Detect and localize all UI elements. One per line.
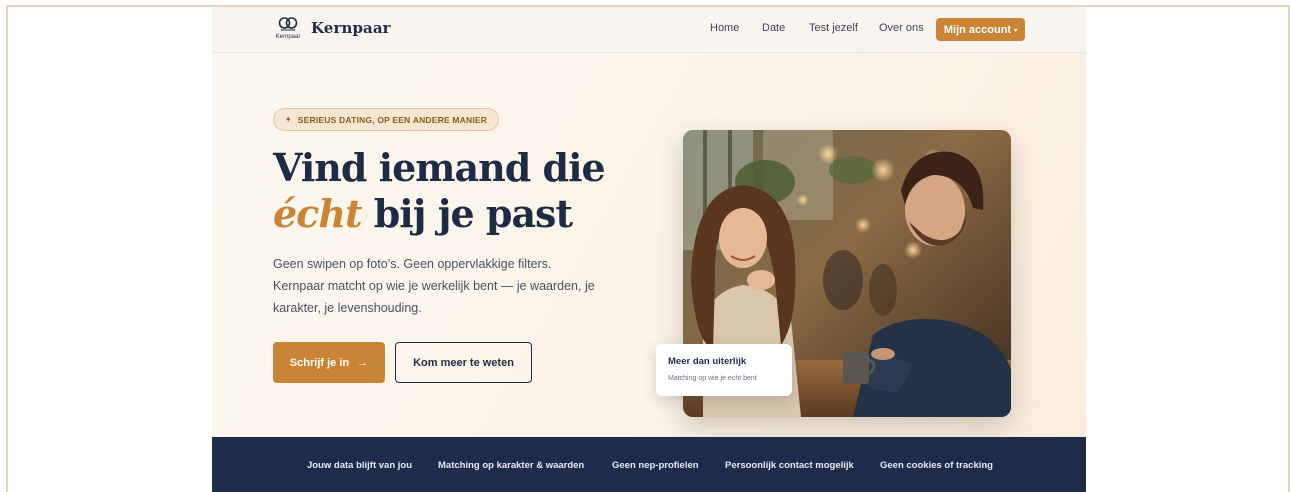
- landing-page: Kernpaar Kernpaar Home Date Test jezelf …: [212, 7, 1086, 492]
- trust-item: Jouw data blijft van jou: [307, 460, 413, 471]
- caret-down-icon: ▾: [1014, 27, 1018, 34]
- trust-item: Geen nep-profielen: [612, 460, 699, 471]
- top-navigation: Kernpaar Kernpaar Home Date Test jezelf …: [212, 7, 1086, 53]
- nav-link-over-ons[interactable]: Over ons: [879, 22, 924, 34]
- nav-link-test-jezelf[interactable]: Test jezelf: [809, 22, 858, 34]
- learn-more-button[interactable]: Kom meer te weten: [395, 342, 532, 383]
- hero-title-accent: écht: [273, 191, 362, 236]
- arrow-right-icon: →: [357, 356, 369, 369]
- trust-item: Geen cookies of tracking: [880, 460, 993, 471]
- brand-name[interactable]: Kernpaar: [311, 19, 391, 37]
- account-menu-button[interactable]: Mijn account ▾: [936, 18, 1025, 41]
- trust-item: Matching op karakter & waarden: [438, 460, 585, 471]
- signup-button-label: Schrijf je in: [289, 356, 350, 369]
- two-rings-logo-icon: [278, 17, 298, 31]
- tagline-text: SERIEUS DATING, OP EEN ANDERE MANIER: [297, 114, 488, 125]
- hero-title-rest: bij je past: [361, 191, 573, 236]
- hero-title-line1: Vind iemand die: [273, 145, 606, 190]
- signup-button[interactable]: Schrijf je in →: [273, 342, 385, 383]
- feature-card-title: Meer dan uiterlijk: [668, 356, 747, 367]
- hero-description: Geen swipen op foto’s. Geen oppervlakkig…: [273, 257, 595, 315]
- nav-link-home[interactable]: Home: [710, 22, 739, 34]
- trust-bar: Jouw data blijft van jou Matching op kar…: [212, 437, 1086, 492]
- feature-card: Meer dan uiterlijk Matching op wie je ec…: [656, 344, 792, 396]
- hero-title: Vind iemand die écht bij je past: [273, 145, 633, 237]
- trust-item: Persoonlijk contact mogelijk: [725, 460, 854, 471]
- sparkle-icon: ✦: [284, 115, 292, 124]
- logo[interactable]: Kernpaar: [272, 16, 304, 44]
- account-button-label: Mijn account: [943, 23, 1012, 36]
- logo-wordmark: Kernpaar: [275, 34, 301, 40]
- feature-card-subtitle: Matching op wie je echt bent: [668, 375, 757, 382]
- tagline-badge: ✦ SERIEUS DATING, OP EEN ANDERE MANIER: [273, 108, 499, 131]
- nav-link-date[interactable]: Date: [762, 22, 785, 34]
